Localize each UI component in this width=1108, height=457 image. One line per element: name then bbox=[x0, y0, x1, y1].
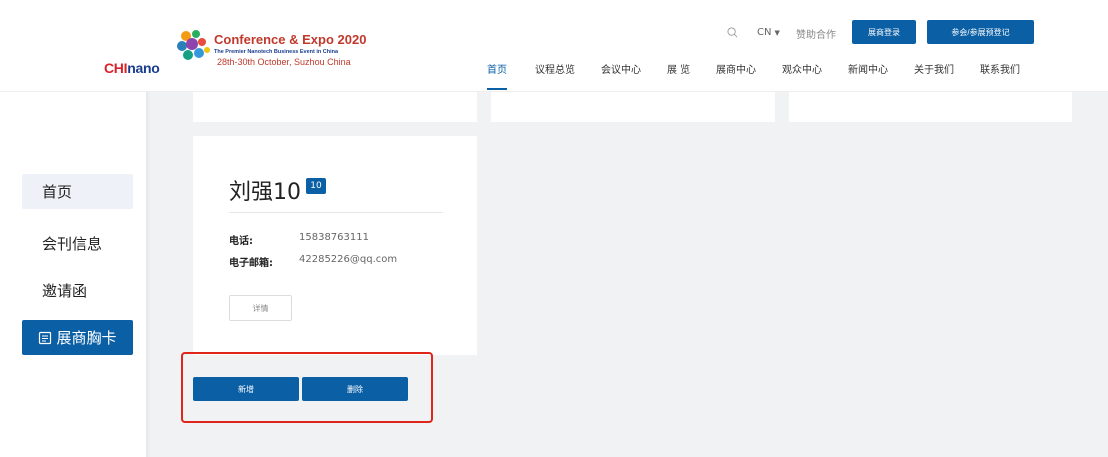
nav-contact[interactable]: 联系我们 bbox=[980, 61, 1020, 76]
phone-label: 电话: bbox=[229, 236, 253, 247]
sidebar-item-catalog[interactable]: 会刊信息 bbox=[22, 226, 133, 261]
delete-button[interactable]: 删除 bbox=[302, 377, 408, 401]
email-value: 42285226@qq.com bbox=[299, 254, 398, 265]
sidebar-item-invitation[interactable]: 邀请函 bbox=[22, 273, 133, 308]
nav-home[interactable]: 首页 bbox=[487, 61, 507, 76]
add-button[interactable]: 新增 bbox=[193, 377, 299, 401]
logo-mark-icon bbox=[177, 30, 210, 60]
detail-button[interactable]: 详情 bbox=[229, 295, 292, 321]
card-partial bbox=[193, 92, 477, 122]
language-label: CN bbox=[757, 27, 772, 38]
email-label: 电子邮箱: bbox=[229, 258, 273, 269]
nav-visitor-center[interactable]: 观众中心 bbox=[782, 61, 822, 76]
logo-date: 28th-30th October, Suzhou China bbox=[217, 57, 351, 67]
nav-agenda[interactable]: 议程总览 bbox=[535, 61, 575, 76]
nav-active-indicator bbox=[487, 88, 507, 90]
nav-news-center[interactable]: 新闻中心 bbox=[848, 61, 888, 76]
phone-value: 15838763111 bbox=[299, 232, 369, 243]
chinano-logo[interactable]: CHInano Conference & Expo 2020 The Premi… bbox=[104, 26, 374, 76]
nav-conference[interactable]: 会议中心 bbox=[601, 61, 641, 76]
logo-wordmark: CHInano bbox=[104, 60, 160, 76]
sidebar-divider bbox=[146, 92, 150, 457]
nav-exhibition[interactable]: 展 览 bbox=[667, 61, 690, 76]
exhibitor-login-button[interactable]: 展商登录 bbox=[852, 20, 916, 44]
logo-subtitle: The Premier Nanotech Business Event in C… bbox=[214, 49, 339, 55]
badge-count: 10 bbox=[306, 178, 326, 194]
sponsor-link[interactable]: 赞助合作 bbox=[796, 26, 836, 41]
card-partial bbox=[491, 92, 775, 122]
search-icon[interactable] bbox=[727, 27, 738, 38]
nav-about[interactable]: 关于我们 bbox=[914, 61, 954, 76]
nav-exhibitor-center[interactable]: 展商中心 bbox=[716, 61, 756, 76]
sidebar-item-label: 展商胸卡 bbox=[56, 329, 117, 347]
site-header: CHInano Conference & Expo 2020 The Premi… bbox=[0, 0, 1108, 92]
visitor-register-button[interactable]: 参会/参展预登记 bbox=[927, 20, 1034, 44]
card-partial bbox=[789, 92, 1072, 122]
caret-down-icon: ▼ bbox=[774, 29, 780, 37]
card-divider bbox=[229, 212, 443, 213]
logo-title: Conference & Expo 2020 bbox=[214, 32, 367, 47]
badge-card-icon bbox=[39, 331, 52, 344]
badge-card: 刘强10 10 电话: 15838763111 电子邮箱: 42285226@q… bbox=[193, 136, 477, 355]
sidebar-item-exhibitor-badge[interactable]: 展商胸卡 bbox=[22, 320, 133, 355]
language-selector[interactable]: CN ▼ bbox=[757, 27, 780, 38]
badge-holder-name: 刘强10 bbox=[229, 180, 301, 205]
sidebar-item-home[interactable]: 首页 bbox=[22, 174, 133, 209]
